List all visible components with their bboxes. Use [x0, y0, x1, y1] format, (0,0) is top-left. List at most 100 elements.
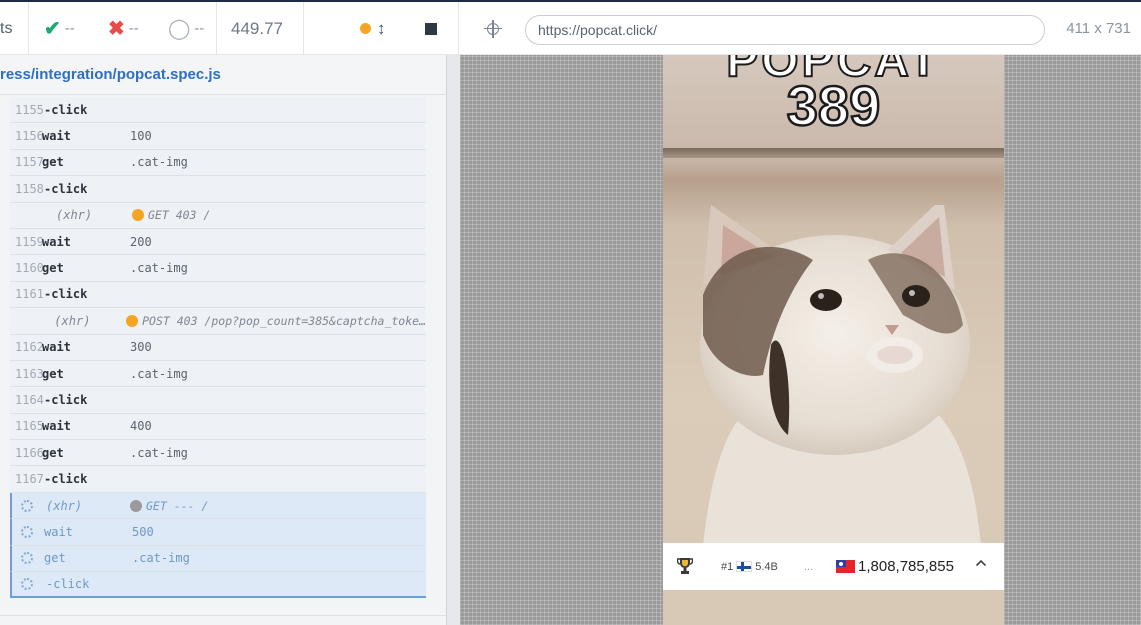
request-summary: GET --- /: [146, 498, 209, 513]
command-name: -click: [44, 287, 88, 302]
command-row[interactable]: 1165 wait 400: [10, 414, 426, 441]
command-message: .cat-img: [130, 445, 188, 460]
command-row[interactable]: 1159 wait 200: [10, 229, 426, 256]
command-message: GET 403 /: [132, 208, 210, 222]
command-name: (xhr): [54, 313, 91, 328]
command-name: get: [42, 366, 64, 381]
leaderboard-ellipsis: ...: [804, 560, 814, 573]
trophy-icon: [677, 558, 693, 574]
command-row[interactable]: 1161 -click: [10, 282, 426, 309]
pending-stat[interactable]: ◯ --: [168, 2, 204, 55]
background-shelf: [663, 148, 1004, 158]
cat-image[interactable]: [663, 205, 1004, 545]
loading-spinner-icon: [12, 499, 44, 512]
command-row[interactable]: 1156 wait 100: [10, 123, 426, 150]
passed-count: --: [64, 20, 75, 37]
command-name: (xhr): [56, 208, 93, 223]
viewport-size[interactable]: 411 x 731: [1066, 2, 1131, 55]
command-name: get: [42, 155, 64, 170]
local-country-total: 1,808,785,855: [858, 558, 954, 575]
url-bar[interactable]: https://popcat.click/: [525, 15, 1045, 45]
xhr-log-row[interactable]: (xhr) GET --- /: [10, 492, 426, 520]
failed-stat[interactable]: ✖ --: [108, 2, 139, 55]
command-number: 1166: [15, 445, 44, 460]
toolbar-divider: [458, 2, 459, 55]
chevron-up-icon[interactable]: [975, 557, 987, 569]
command-name: -click: [44, 102, 88, 117]
stop-button[interactable]: [425, 2, 437, 55]
xhr-log-row[interactable]: (xhr) GET 403 /: [10, 203, 426, 229]
top-rank: #1 5.4B: [721, 561, 778, 573]
command-message: 300: [130, 340, 152, 355]
command-number: 1163: [15, 366, 44, 381]
command-row[interactable]: 1164 -click: [10, 387, 426, 414]
command-message: .cat-img: [130, 366, 188, 381]
command-row[interactable]: 1162 wait 300: [10, 335, 426, 361]
command-message: 500: [132, 524, 154, 539]
request-summary: POST 403 /pop?pop_count=385&captcha_toke…: [142, 313, 426, 328]
app-iframe[interactable]: POPCAT 389 #1 5.4B ... 1,808,785,855: [663, 55, 1004, 625]
command-number: 1158: [15, 181, 44, 196]
tests-label[interactable]: ts: [0, 2, 26, 55]
command-name: wait: [44, 524, 73, 539]
xhr-log-row[interactable]: (xhr) POST 403 /pop?pop_count=385&captcha…: [10, 308, 426, 335]
command-number: 1155: [15, 102, 44, 117]
reporter-toolbar: ts ✔ -- ✖ -- ◯ -- 449.77 ↕ https://popca…: [0, 0, 1141, 55]
top-rank-value: 5.4B: [755, 560, 778, 573]
passed-stat[interactable]: ✔ --: [44, 2, 75, 55]
command-number: 1157: [15, 155, 44, 170]
command-message: .cat-img: [130, 155, 188, 170]
command-name: wait: [42, 129, 71, 144]
command-row[interactable]: get .cat-img: [10, 545, 426, 573]
command-name: -click: [44, 392, 88, 407]
pop-counter: 389: [786, 73, 882, 139]
selector-playground-button[interactable]: [484, 2, 502, 55]
command-name: -click: [44, 181, 88, 196]
spec-file-header[interactable]: ress/integration/popcat.spec.js: [0, 55, 446, 95]
command-row[interactable]: 1163 get .cat-img: [10, 361, 426, 388]
finland-flag-icon: [736, 561, 753, 572]
stop-icon: [425, 22, 437, 35]
panel-divider: [0, 615, 446, 616]
panel-resize-handle[interactable]: [446, 55, 460, 625]
command-number: 1156: [15, 129, 44, 144]
loading-spinner-icon: [12, 578, 44, 591]
command-name: -click: [44, 472, 88, 487]
command-message: POST 403 /pop?pop_count=385&captcha_toke…: [126, 314, 426, 328]
reporter-panel: ress/integration/popcat.spec.js 1155 -cli…: [0, 55, 452, 625]
command-row[interactable]: 1158 -click: [10, 176, 426, 203]
command-number: 1159: [15, 234, 44, 249]
request-status-dot: [132, 209, 144, 222]
running-status-dot: [360, 23, 371, 34]
duration-display: 449.77: [231, 2, 283, 55]
command-row[interactable]: 1167 -click: [10, 466, 426, 493]
command-row[interactable]: 1166 get .cat-img: [10, 440, 426, 467]
check-icon: ✔: [44, 18, 61, 40]
url-text: https://popcat.click/: [538, 22, 658, 38]
command-message: GET --- /: [130, 499, 208, 513]
command-message: 200: [130, 234, 152, 249]
command-name: (xhr): [46, 498, 83, 513]
command-row[interactable]: 1155 -click: [10, 97, 426, 124]
auto-scroll-icon: ↕: [377, 18, 386, 38]
command-row[interactable]: -click: [10, 572, 426, 599]
toolbar-divider: [216, 2, 217, 55]
command-message: 100: [130, 129, 152, 144]
command-name: get: [42, 261, 64, 276]
command-name: get: [44, 551, 66, 566]
command-name: wait: [42, 234, 71, 249]
cross-icon: ✖: [108, 18, 125, 40]
app-preview-area: POPCAT 389 #1 5.4B ... 1,808,785,855: [460, 55, 1141, 625]
top-rank-position: #1: [721, 560, 734, 573]
failed-count: --: [128, 20, 139, 37]
command-row[interactable]: wait 500: [10, 519, 426, 546]
command-row[interactable]: 1157 get .cat-img: [10, 150, 426, 177]
spec-file-path: ress/integration/popcat.spec.js: [0, 66, 221, 83]
command-name: wait: [42, 340, 71, 355]
auto-scroll-toggle[interactable]: ↕: [360, 2, 386, 55]
command-name: -click: [46, 577, 90, 592]
command-row[interactable]: 1160 get .cat-img: [10, 255, 426, 282]
leaderboard-bar[interactable]: #1 5.4B ... 1,808,785,855: [663, 543, 1004, 590]
command-number: 1164: [15, 392, 44, 407]
loading-spinner-icon: [12, 552, 44, 565]
